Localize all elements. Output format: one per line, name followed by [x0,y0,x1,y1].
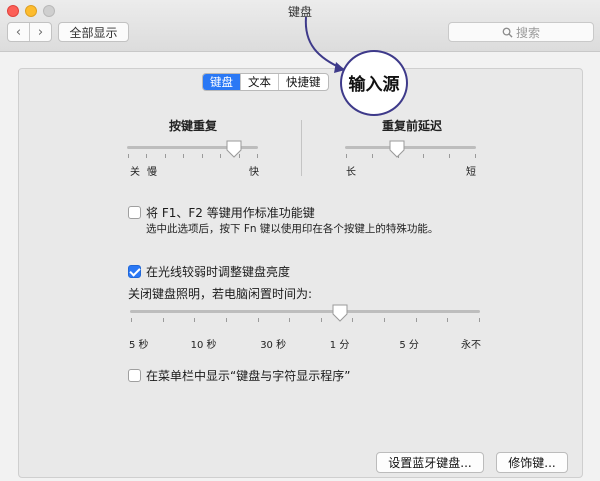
repeat-delay-label: 重复前延迟 [382,119,443,133]
fn-keys-option[interactable]: 将 F1、F2 等键用作标准功能键 [128,204,315,221]
idle-slider-tick [289,318,291,322]
backlight-label: 在光线较弱时调整键盘亮度 [146,265,291,279]
idle-slider-tick [194,318,196,322]
key-repeat-fast-label: 快 [249,167,259,178]
repeat-delay-short-label: 短 [466,167,476,178]
idle-tick-label: 10 秒 [190,340,217,351]
setup-bluetooth-keyboard-button[interactable]: 设置蓝牙键盘... [376,452,484,473]
idle-slider-tick [225,318,227,322]
tab-shortcuts[interactable]: 快捷键 [278,74,328,90]
idle-tick-label: 永不 [461,340,481,351]
repeat-delay-tick [449,154,451,158]
key-repeat-tick [146,154,148,158]
idle-label-row: 关闭键盘照明，若电脑闲置时间为: [128,285,312,302]
idle-slider-tick [479,318,480,322]
idle-slider-tick [257,318,259,322]
idle-label: 关闭键盘照明，若电脑闲置时间为: [128,287,313,301]
repeat-delay-long-label: 长 [346,167,356,178]
repeat-delay-tick [475,154,476,158]
tab-text[interactable]: 文本 [240,74,278,90]
chevron-left-icon: ‹ [15,24,22,40]
key-repeat-tick [128,154,129,158]
idle-slider-tick [352,318,354,322]
key-repeat-tick [201,154,203,158]
backlight-option[interactable]: 在光线较弱时调整键盘亮度 [128,263,290,280]
idle-slider-tick [320,318,322,322]
key-repeat-off-label: 关 [130,167,140,178]
section-divider [301,120,302,176]
key-repeat-tick [183,154,185,158]
nav-buttons: ‹ › [7,22,52,42]
key-repeat-tick [220,154,222,158]
backlight-checkbox[interactable] [128,265,141,278]
tab-keyboard[interactable]: 键盘 [203,74,240,90]
title-bar: 键盘 ‹ › 全部显示 搜索 [0,0,600,52]
idle-slider-tick [447,318,449,322]
idle-slider-tick [384,318,386,322]
key-repeat-tick [164,154,166,158]
repeat-delay-track[interactable] [345,146,476,149]
tab-input-sources[interactable]: 输入源 [346,70,402,95]
search-input[interactable]: 搜索 [448,22,594,42]
fn-keys-description: 选中此选项后，按下 Fn 键以使用印在各个按键上的特殊功能。 [146,223,439,235]
tab-bar: 键盘 文本 快捷键 [202,73,329,91]
menu-bar-option[interactable]: 在菜单栏中显示“键盘与字符显示程序” [128,367,350,384]
modifier-keys-button[interactable]: 修饰键... [496,452,568,473]
idle-tick-label: 1 分 [329,340,350,351]
show-all-button[interactable]: 全部显示 [58,22,129,42]
repeat-delay-tick [371,154,373,158]
idle-slider-tick [162,318,164,322]
idle-slider-tick [415,318,417,322]
forward-button[interactable]: › [29,23,51,41]
key-repeat-label: 按键重复 [169,119,218,133]
repeat-delay-tick [423,154,425,158]
search-placeholder: 搜索 [515,25,540,40]
idle-slider-track[interactable] [130,310,480,313]
menu-bar-checkbox[interactable] [128,369,141,382]
fn-keys-checkbox[interactable] [128,206,141,219]
menu-bar-label: 在菜单栏中显示“键盘与字符显示程序” [146,369,351,383]
chevron-right-icon: › [37,24,44,40]
key-repeat-tick [257,154,258,158]
repeat-delay-tick [346,154,347,158]
idle-slider-tick [131,318,132,322]
idle-tick-label: 5 分 [399,340,419,351]
idle-tick-label: 30 秒 [260,340,287,351]
search-icon [502,27,513,38]
fn-keys-label: 将 F1、F2 等键用作标准功能键 [146,206,315,220]
key-repeat-slow-label: 慢 [147,167,157,178]
idle-tick-label: 5 秒 [129,340,149,351]
window-title: 键盘 [287,5,312,19]
back-button[interactable]: ‹ [8,23,29,41]
